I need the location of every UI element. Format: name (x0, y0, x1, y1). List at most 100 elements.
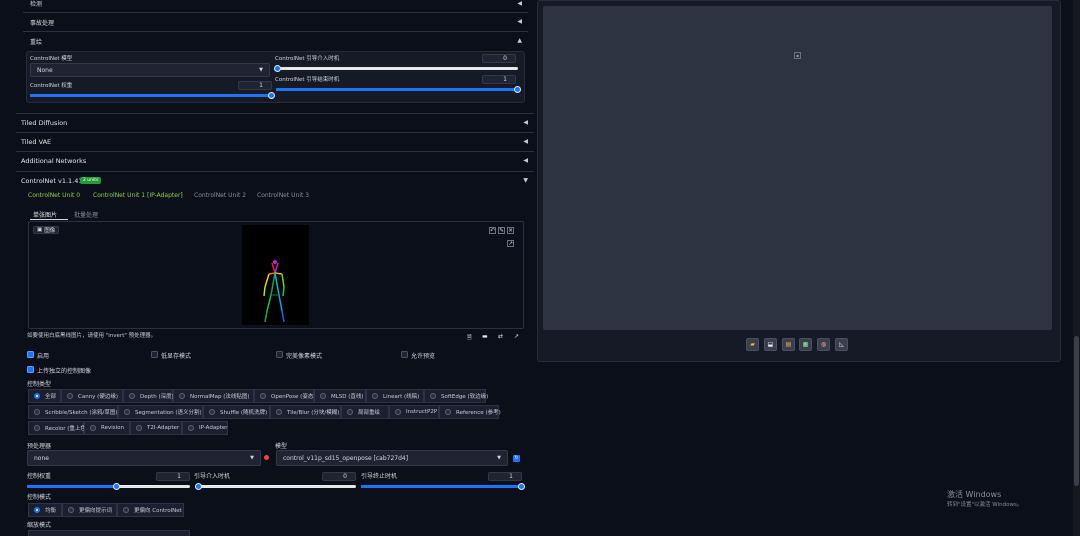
page-scrollbar[interactable] (1073, 0, 1080, 536)
radio-label: Revision (101, 425, 124, 431)
radio-dot (430, 393, 436, 399)
radio-label: MLSD (直线) (331, 394, 364, 400)
resize-mode-options[interactable] (28, 530, 190, 536)
collapse-triangle-icon: ◀ (523, 119, 528, 126)
zip-button[interactable]: ▤ (782, 338, 795, 351)
image-placeholder-icon: ▪ (794, 52, 801, 59)
swap-icon[interactable]: ⇄ (498, 333, 503, 340)
collapse-triangle-icon: ◀ (523, 138, 528, 145)
close-icon[interactable]: ✕ (507, 227, 514, 234)
radio-label: 更偏向 ControlNet (134, 508, 182, 514)
refresh-icon[interactable]: ↻ (513, 455, 520, 462)
tab-unit-3[interactable]: ControlNet Unit 3 (257, 192, 309, 199)
radio-label: 更偏向提示词 (79, 508, 113, 514)
undo-icon[interactable]: ↶ (489, 227, 496, 234)
accordion-controlnet[interactable]: ControlNet v1.1.411 2 units ▼ (16, 171, 534, 189)
control-type-instructp2p[interactable]: InstructP2P (389, 405, 439, 419)
save-button[interactable]: ⬓ (764, 338, 777, 351)
tab-unit-1[interactable]: ControlNet Unit 1 [IP-Adapter] (93, 192, 183, 199)
control-type-all[interactable]: 全部 (28, 389, 61, 403)
slider-fill (276, 88, 518, 91)
preprocessor-dropdown[interactable]: none ▼ (27, 450, 261, 466)
open-folder-button[interactable]: ▰ (746, 338, 759, 351)
control-type-canny[interactable]: Canny (硬边缘) (61, 389, 123, 403)
control-type-revision[interactable]: Revision (84, 421, 130, 435)
control-weight-input[interactable]: 1 (156, 472, 190, 481)
tab-unit-2[interactable]: ControlNet Unit 2 (194, 192, 246, 199)
tab-batch[interactable]: 批量处理 (74, 210, 98, 219)
send-icon[interactable]: ↗ (507, 240, 514, 247)
redraw-weight-slider[interactable] (30, 92, 275, 99)
control-type-normalmap[interactable]: NormalMap (法线贴图) (173, 389, 254, 403)
control-type-reference[interactable]: Reference (参考) (439, 405, 501, 419)
control-weight-slider[interactable] (27, 483, 190, 490)
control-type-scribble[interactable]: Scribble/Sketch (涂鸦/草图) (28, 405, 118, 419)
new-canvas-icon[interactable]: 🗎 (467, 333, 472, 343)
control-type-tile[interactable]: Tile/Blur (分块/模糊) (270, 405, 341, 419)
slider-fill (27, 485, 117, 488)
send-to-inpaint-button[interactable]: ◍ (817, 338, 830, 351)
edit-icon[interactable]: ✎ (498, 227, 505, 234)
model-label: 模型 (275, 443, 288, 450)
accordion-postprocess[interactable]: 事故处理 ◀ (23, 12, 528, 30)
allow-preview-checkbox[interactable] (401, 351, 408, 358)
slider-knob[interactable] (195, 483, 202, 490)
control-type-lineart[interactable]: Lineart (线稿) (366, 389, 424, 403)
image-tag-label: 图像 (44, 228, 56, 234)
redraw-end-label: ControlNet 引导结束时机 (275, 77, 340, 83)
start-slider[interactable] (195, 483, 356, 490)
control-type-inpaint[interactable]: 局部重绘 (341, 405, 389, 419)
accordion-tiled-diffusion[interactable]: Tiled Diffusion ◀ (16, 113, 534, 132)
control-type-softedge[interactable]: SoftEdge (软边缘) (424, 389, 488, 403)
expand-triangle-icon[interactable]: ▲ (517, 37, 522, 44)
control-type-mlsd[interactable]: MLSD (直线) (314, 389, 366, 403)
control-type-depth[interactable]: Depth (深度) (123, 389, 174, 403)
slider-knob[interactable] (518, 483, 525, 490)
control-mode-balanced[interactable]: 均衡 (28, 503, 62, 517)
start-input[interactable]: 0 (322, 472, 356, 481)
end-input[interactable]: 1 (488, 472, 522, 481)
accordion-tiled-vae[interactable]: Tiled VAE ◀ (16, 132, 534, 151)
redraw-weight-input[interactable]: 1 (238, 81, 272, 90)
upload-canvas-checkbox[interactable] (27, 366, 34, 373)
radio-dot (129, 393, 135, 399)
redraw-end-input[interactable]: 1 (482, 75, 516, 84)
run-preprocessor-icon[interactable] (264, 455, 269, 460)
model-dropdown[interactable]: control_v11p_sd15_openpose [cab727d4] ▼ (276, 450, 508, 466)
slider-knob[interactable] (112, 483, 120, 490)
slider-knob[interactable] (274, 65, 281, 72)
control-type-segmentation[interactable]: Segmentation (语义分割) (118, 405, 203, 419)
send-to-extras-button[interactable]: ◺ (835, 338, 848, 351)
slider-knob[interactable] (268, 92, 275, 99)
control-mode-prompt[interactable]: 更偏向提示词 (62, 503, 117, 517)
send-to-img2img-button[interactable]: ▦ (799, 338, 812, 351)
scrollbar-thumb[interactable] (1074, 336, 1079, 486)
control-mode-controlnet[interactable]: 更偏向 ControlNet (117, 503, 184, 517)
send-size-icon[interactable]: ↗ (514, 333, 519, 340)
tab-unit-0[interactable]: ControlNet Unit 0 (28, 192, 80, 199)
end-label: 引导终止时机 (361, 473, 398, 480)
slider-knob[interactable] (514, 86, 521, 93)
redraw-model-dropdown[interactable]: None ▼ (30, 63, 270, 77)
accordion-redraw-label[interactable]: 重绘 (30, 37, 42, 46)
redraw-start-slider[interactable] (274, 65, 518, 72)
control-type-recolor[interactable]: Recolor (重上色) (28, 421, 88, 435)
control-type-shuffle[interactable]: Shuffle (随机洗牌) (203, 405, 270, 419)
radio-label: InstructP2P (406, 409, 438, 415)
control-type-openpose[interactable]: OpenPose (姿态) (254, 389, 315, 403)
radio-dot (395, 409, 401, 415)
redraw-start-input[interactable]: 0 (482, 54, 516, 63)
control-type-t2i-adapter[interactable]: T2I-Adapter (130, 421, 182, 435)
tab-single-image[interactable]: 单张图片 (33, 210, 57, 219)
pixel-perfect-checkbox[interactable] (276, 351, 283, 358)
accordion-detect-label: 检测 (30, 1, 43, 8)
end-slider[interactable] (361, 483, 525, 490)
enable-checkbox[interactable] (27, 351, 34, 358)
accordion-additional-networks[interactable]: Additional Networks ◀ (16, 151, 534, 170)
camera-icon[interactable]: ▬ (482, 333, 488, 340)
control-type-ip-adapter[interactable]: IP-Adapter (182, 421, 228, 435)
accordion-detect[interactable]: 检测 ◀ (23, 0, 528, 9)
redraw-end-slider[interactable] (276, 86, 521, 93)
lowvram-checkbox[interactable] (151, 351, 158, 358)
radio-dot (188, 425, 194, 431)
